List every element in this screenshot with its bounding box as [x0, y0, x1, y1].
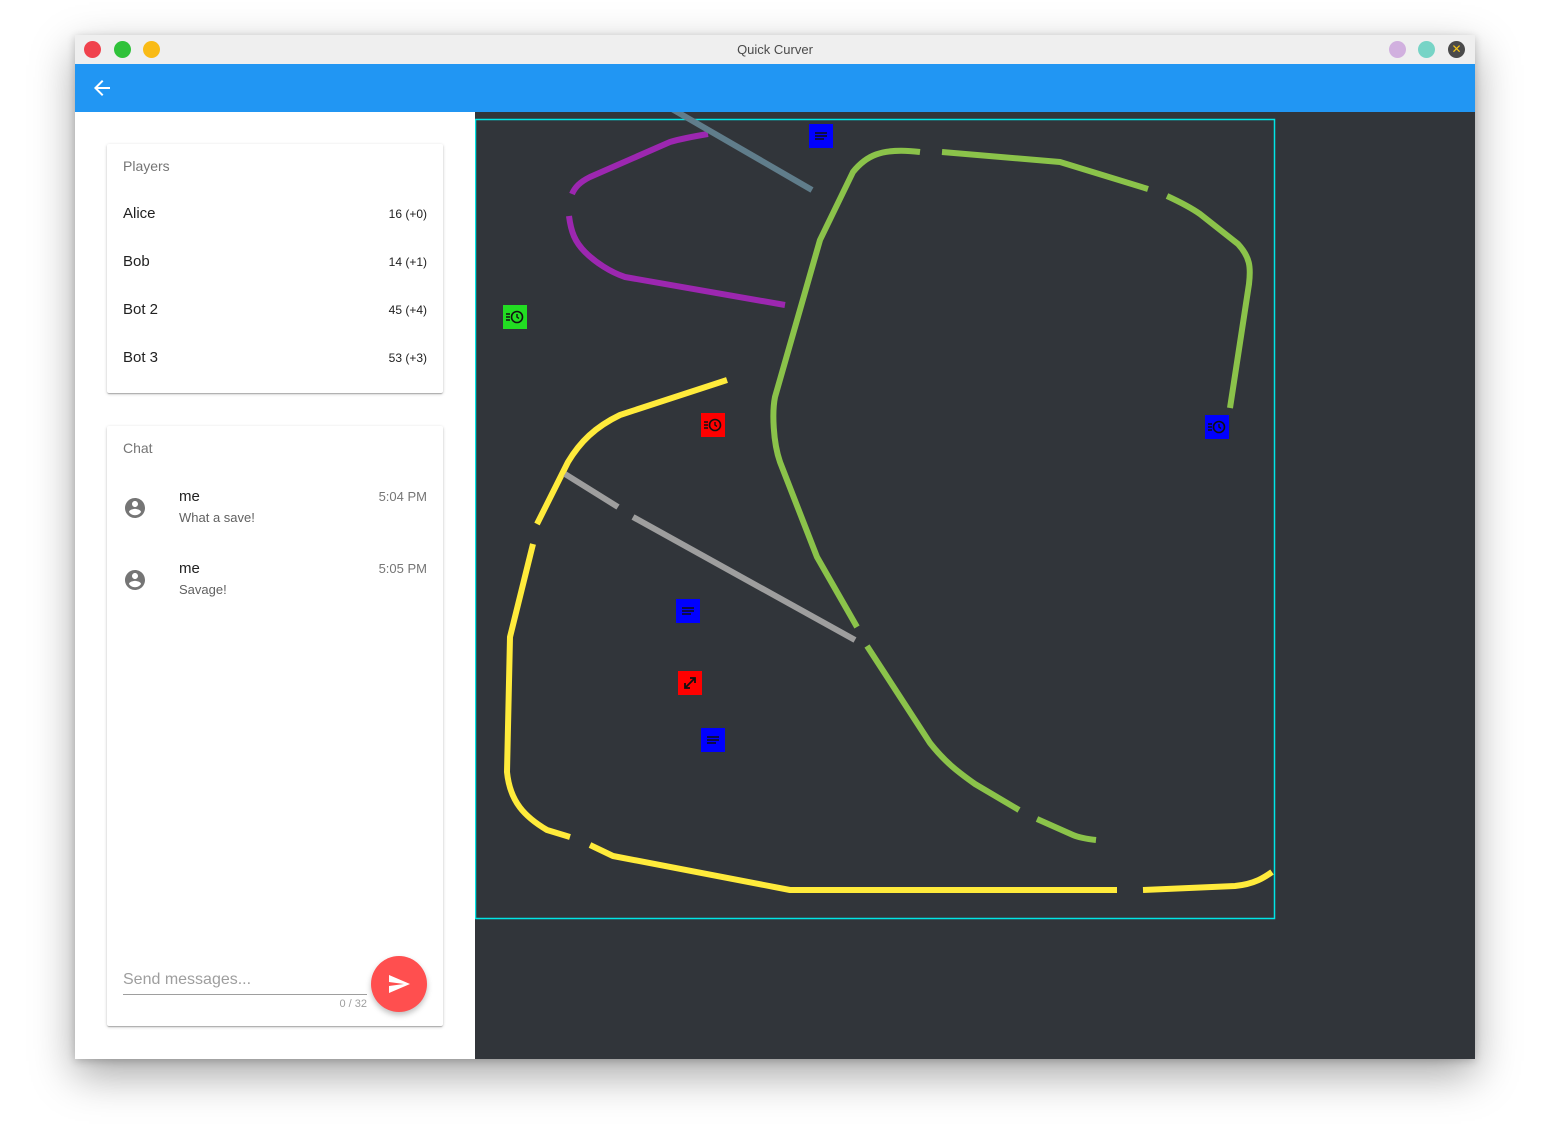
- app-bar: [75, 64, 1475, 112]
- player-row[interactable]: Alice 16 (+0): [123, 190, 427, 238]
- arrow-left-icon: [94, 80, 110, 96]
- slate-player-trail: [671, 112, 814, 193]
- back-button[interactable]: [90, 76, 114, 100]
- player-name: Bot 3: [123, 349, 159, 366]
- sidebar: Players Alice 16 (+0) Bob 14 (+1) Bot 2 …: [75, 112, 475, 1059]
- players-card: Players Alice 16 (+0) Bob 14 (+1) Bot 2 …: [107, 144, 443, 393]
- message-input-wrapper: [123, 966, 367, 996]
- chat-message: me 5:05 PM Savage!: [107, 552, 443, 612]
- players-title: Players: [123, 158, 170, 174]
- chat-card: Chat me 5:04 PM What a save! me 5:05 PM …: [107, 426, 443, 1026]
- send-icon: [389, 975, 410, 993]
- message-text: Savage!: [179, 582, 227, 597]
- window-control-lilac[interactable]: [1389, 41, 1406, 58]
- player-row[interactable]: Bot 3 53 (+3): [123, 334, 427, 382]
- message-author: me: [179, 560, 200, 577]
- account-circle-icon: [125, 498, 145, 518]
- green-player-trail: [770, 147, 1253, 843]
- player-row[interactable]: Bob 14 (+1): [123, 238, 427, 286]
- message-input[interactable]: [123, 966, 367, 995]
- gray-player-trail: [563, 471, 857, 643]
- player-row[interactable]: Bot 2 45 (+4): [123, 286, 427, 334]
- game-canvas: [475, 112, 1276, 920]
- app-window: Quick Curver ✕ Players Alice 16 (+0) Bob…: [75, 35, 1475, 1059]
- message-time: 5:04 PM: [378, 489, 427, 504]
- character-counter: 0 / 32: [339, 998, 367, 1010]
- player-name: Bob: [123, 253, 150, 270]
- window-title: Quick Curver: [737, 42, 813, 57]
- message-author: me: [179, 488, 200, 505]
- powerup-notes-icon: [701, 728, 725, 752]
- message-text: What a save!: [179, 510, 255, 525]
- powerup-slow-timer-icon: [1205, 415, 1229, 439]
- message-time: 5:05 PM: [378, 561, 427, 576]
- player-name: Alice: [123, 205, 156, 222]
- chat-title: Chat: [123, 440, 153, 456]
- yellow-player-trail: [504, 377, 1274, 893]
- chat-message: me 5:04 PM What a save!: [107, 480, 443, 540]
- player-score: 14 (+1): [388, 255, 427, 269]
- window-control-teal[interactable]: [1418, 41, 1435, 58]
- title-bar: Quick Curver ✕: [75, 35, 1475, 65]
- game-board-border: [475, 118, 1276, 920]
- player-score: 45 (+4): [388, 303, 427, 317]
- window-close-x-button[interactable]: ✕: [1448, 41, 1465, 58]
- player-score: 16 (+0): [388, 207, 427, 221]
- player-name: Bot 2: [123, 301, 159, 318]
- powerup-slow-timer-icon: [503, 305, 527, 329]
- powerup-notes-icon: [809, 124, 833, 148]
- game-area[interactable]: [475, 112, 1475, 1059]
- purple-player-trail: [566, 131, 786, 308]
- account-circle-icon: [125, 570, 145, 590]
- powerup-notes-icon: [676, 599, 700, 623]
- powerup-expand-icon: [678, 671, 702, 695]
- player-score: 53 (+3): [388, 351, 427, 365]
- powerup-slow-timer-icon: [701, 413, 725, 437]
- send-button[interactable]: [371, 956, 427, 1012]
